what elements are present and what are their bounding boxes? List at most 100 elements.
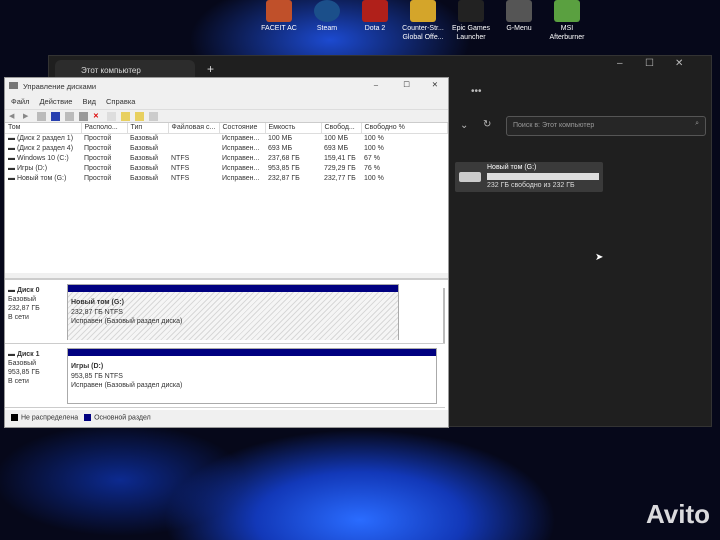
table-row[interactable]: ▬ Windows 10 (C:) Простой Базовый NTFS Испра…	[5, 153, 448, 163]
table-cell: Простой	[84, 174, 112, 182]
volume-table: Том Располо... Тип Файловая с... Состоян…	[5, 123, 448, 183]
desktop-icon-dota2[interactable]: Dota 2	[351, 0, 399, 42]
table-cell: Базовый	[130, 134, 159, 142]
col-header[interactable]: Том	[5, 123, 82, 134]
new-tab-button[interactable]: +	[207, 62, 214, 76]
table-cell: 693 МБ	[324, 144, 349, 152]
table-cell: Исправен...	[222, 164, 260, 172]
disk-info[interactable]: ▬ Диск 1 Базовый 953,85 ГБ В сети	[8, 350, 66, 386]
table-cell: Базовый	[130, 144, 159, 152]
refresh-icon[interactable]: ↻	[483, 119, 491, 130]
disk-row: ▬ Диск 0 Базовый 232,87 ГБ В сети Новый …	[5, 280, 445, 344]
drive-icon	[459, 172, 481, 182]
table-cell: NTFS	[171, 174, 190, 182]
volume-list: Том Располо... Тип Файловая с... Состоян…	[5, 123, 448, 273]
drive-free-text: 232 ГБ свободно из 232 ГБ	[487, 182, 575, 189]
menu-action[interactable]: Действие	[39, 97, 72, 106]
icon-label: Epic Games Launcher	[451, 25, 491, 41]
properties-icon[interactable]	[65, 112, 74, 121]
partition-d[interactable]: Игры (D:) 953,85 ГБ NTFS Исправен (Базов…	[67, 348, 437, 404]
table-cell: Базовый	[130, 164, 159, 172]
col-header[interactable]: Располо...	[81, 123, 128, 134]
menu-view[interactable]: Вид	[82, 97, 96, 106]
col-header[interactable]: Емкость	[265, 123, 322, 134]
table-cell: 100 МБ	[324, 134, 349, 142]
table-cell: Простой	[84, 154, 112, 162]
partition-g[interactable]: Новый том (G:) 232,87 ГБ NTFS Исправен (…	[67, 284, 399, 340]
icon-label: MSI Afterburner	[549, 25, 585, 41]
console-tree-icon[interactable]	[37, 112, 46, 121]
disk-status: В сети	[8, 314, 29, 321]
table-cell: NTFS	[171, 164, 190, 172]
table-row[interactable]: ▬ Новый том (G:) Простой Базовый NTFS Исправ…	[5, 173, 448, 183]
partition-body: Игры (D:) 953,85 ГБ NTFS Исправен (Базов…	[68, 356, 436, 404]
disk-map: ▬ Диск 0 Базовый 232,87 ГБ В сети Новый …	[5, 278, 448, 410]
minimize-icon[interactable]: –	[617, 58, 623, 69]
maximize-icon[interactable]: ☐	[645, 58, 654, 69]
table-cell: 953,85 ГБ	[268, 164, 300, 172]
col-header[interactable]: Состояние	[219, 123, 266, 134]
forward-icon[interactable]: ▶	[23, 112, 32, 121]
help-icon[interactable]	[51, 112, 60, 121]
new-folder-icon[interactable]	[121, 112, 130, 121]
search-input[interactable]: Поиск в: Этот компьютер ⌕	[506, 116, 706, 136]
desktop-icon-gmenu[interactable]: G-Menu	[495, 0, 543, 42]
table-cell: NTFS	[171, 154, 190, 162]
disk-status: В сети	[8, 378, 29, 385]
partition-size: 232,87 ГБ NTFS	[71, 308, 123, 316]
col-header[interactable]: Файловая с...	[168, 123, 220, 134]
table-cell: 729,29 ГБ	[324, 164, 356, 172]
table-row[interactable]: ▬ Игры (D:) Простой Базовый NTFS Исправен...…	[5, 163, 448, 173]
minimize-icon[interactable]: –	[374, 80, 378, 89]
col-header[interactable]: Свободно %	[361, 123, 448, 134]
delete-icon[interactable]: ✕	[93, 112, 102, 121]
check-icon[interactable]	[107, 112, 116, 121]
table-cell: 100 %	[364, 144, 384, 152]
volume-name-cell: ▬ Новый том (G:)	[8, 174, 67, 182]
desktop-icon-steam[interactable]: Steam	[303, 0, 351, 42]
disk-name: Диск 0	[16, 287, 40, 294]
partition-bar	[68, 349, 436, 356]
desktop-icon-msi[interactable]: MSI Afterburner	[543, 0, 591, 42]
search-placeholder: Поиск в: Этот компьютер	[513, 122, 595, 129]
table-cell: Исправен...	[222, 154, 260, 162]
close-icon[interactable]: ✕	[432, 80, 438, 89]
disk-info[interactable]: ▬ Диск 0 Базовый 232,87 ГБ В сети	[8, 286, 66, 322]
col-header[interactable]: Тип	[127, 123, 169, 134]
desktop-icon-epic[interactable]: Epic Games Launcher	[447, 0, 495, 42]
maximize-icon[interactable]: ☐	[403, 80, 410, 89]
legend-label: Не распределена	[21, 414, 79, 422]
table-cell: 100 %	[364, 134, 384, 142]
menu-file[interactable]: Файл	[11, 97, 29, 106]
table-row[interactable]: ▬ (Диск 2 раздел 1) Простой Базовый Исправе…	[5, 133, 448, 143]
col-header[interactable]: Свобод...	[321, 123, 362, 134]
partition-body: Новый том (G:) 232,87 ГБ NTFS Исправен (…	[68, 292, 398, 340]
icon-label: G-Menu	[506, 25, 532, 32]
close-icon[interactable]: ✕	[675, 58, 683, 69]
partition-size: 953,85 ГБ NTFS	[71, 372, 123, 380]
table-cell: 100 МБ	[268, 134, 293, 142]
desktop-icon-csgo[interactable]: Counter-Str... Global Offe...	[399, 0, 447, 42]
menu-help[interactable]: Справка	[106, 97, 135, 106]
partition-name: Новый том (G:)	[71, 299, 124, 306]
table-cell: Базовый	[130, 154, 159, 162]
volume-name-cell: ▬ (Диск 2 раздел 4)	[8, 144, 74, 152]
drive-tile-g[interactable]: Новый том (G:) 232 ГБ свободно из 232 ГБ	[455, 162, 603, 192]
table-row[interactable]: ▬ (Диск 2 раздел 4) Простой Базовый Исправе…	[5, 143, 448, 153]
search-folder-icon[interactable]	[135, 112, 144, 121]
disk-type: Базовый	[8, 296, 37, 303]
disk-type: Базовый	[8, 360, 37, 367]
view-icon[interactable]	[149, 112, 158, 121]
chevron-down-icon[interactable]: ⌄	[460, 120, 468, 131]
connect-icon[interactable]	[79, 112, 88, 121]
legend-unallocated: Не распределена	[11, 414, 79, 422]
desktop-icons: FACEIT AC Steam Dota 2 Counter-Str... Gl…	[255, 0, 591, 42]
back-icon[interactable]: ◀	[9, 112, 18, 121]
icon-label: Dota 2	[364, 25, 386, 32]
desktop-icon-faceit[interactable]: FACEIT AC	[255, 0, 303, 42]
disk-management-window: Управление дисками – ☐ ✕ Файл Действие В…	[4, 77, 449, 428]
legend-primary: Основной раздел	[84, 414, 151, 422]
more-options-button[interactable]: •••	[471, 86, 482, 97]
legend: Не распределена Основной раздел	[5, 409, 448, 427]
scrollbar[interactable]	[443, 288, 445, 343]
